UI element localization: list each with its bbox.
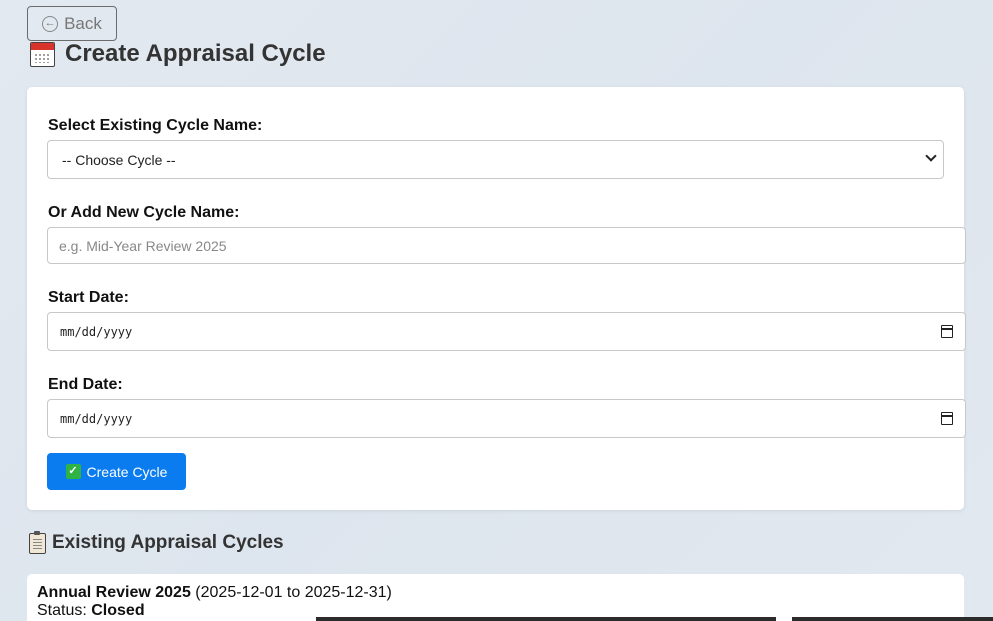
- cycle-name-line: Annual Review 2025 (2025-12-01 to 2025-1…: [37, 584, 954, 602]
- existing-cycles-title: Existing Appraisal Cycles: [52, 532, 284, 553]
- end-date-input[interactable]: mm/dd/yyyy: [47, 399, 966, 438]
- existing-cycle-label: Select Existing Cycle Name:: [48, 117, 263, 134]
- create-cycle-button[interactable]: ✓ Create Cycle: [47, 453, 186, 490]
- create-cycle-button-label: Create Cycle: [86, 463, 168, 480]
- start-date-label: Start Date:: [48, 289, 129, 306]
- clipboard-icon: [29, 530, 46, 554]
- check-mark-icon: ✓: [65, 464, 81, 479]
- existing-cycles-heading: Existing Appraisal Cycles: [29, 530, 284, 554]
- back-button[interactable]: ← Back: [27, 6, 117, 41]
- cycle-name: Annual Review 2025: [37, 584, 191, 601]
- new-cycle-label: Or Add New Cycle Name:: [48, 204, 240, 221]
- back-button-label: Back: [64, 13, 102, 33]
- cycle-list-item: Annual Review 2025 (2025-12-01 to 2025-1…: [27, 574, 964, 621]
- end-date-value: mm/dd/yyyy: [60, 411, 133, 426]
- calendar-icon: [30, 41, 55, 67]
- calendar-picker-icon[interactable]: [941, 325, 953, 338]
- page-title-text: Create Appraisal Cycle: [65, 40, 326, 67]
- cycle-date-range: (2025-12-01 to 2025-12-31): [190, 584, 392, 601]
- existing-cycle-select-value: -- Choose Cycle --: [62, 151, 176, 168]
- bottom-edge-strip: [0, 617, 993, 621]
- existing-cycle-select[interactable]: -- Choose Cycle --: [47, 140, 944, 179]
- calendar-picker-icon[interactable]: [941, 412, 953, 425]
- new-cycle-name-input[interactable]: [47, 227, 966, 264]
- create-cycle-form: Select Existing Cycle Name: -- Choose Cy…: [27, 87, 966, 510]
- end-date-label: End Date:: [48, 376, 123, 393]
- start-date-input[interactable]: mm/dd/yyyy: [47, 312, 966, 351]
- page-title: Create Appraisal Cycle: [30, 40, 326, 68]
- chevron-down-icon: [925, 150, 937, 162]
- arrow-left-circle-icon: ←: [42, 15, 59, 32]
- start-date-value: mm/dd/yyyy: [60, 324, 133, 339]
